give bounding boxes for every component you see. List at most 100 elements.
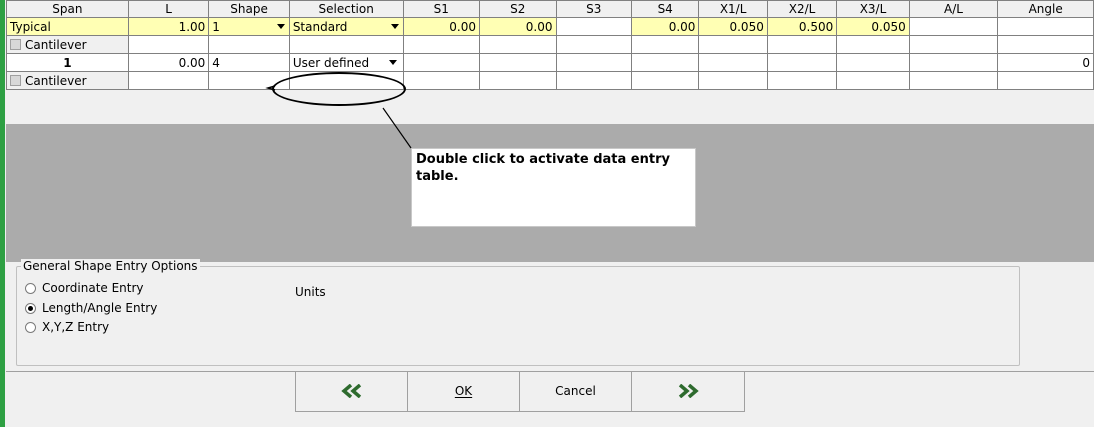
cell-x3l[interactable]: 0.050 xyxy=(836,17,910,36)
col-header-selection[interactable]: Selection xyxy=(288,0,404,18)
cell[interactable] xyxy=(208,35,290,54)
cell-s4[interactable]: 0.00 xyxy=(630,17,700,36)
cell[interactable] xyxy=(908,53,999,72)
col-header-angle[interactable]: Angle xyxy=(997,0,1094,18)
callout-ellipse xyxy=(272,72,406,106)
cell[interactable] xyxy=(555,53,632,72)
col-header-s4[interactable]: S4 xyxy=(630,0,700,18)
cell[interactable] xyxy=(127,35,210,54)
window-left-accent xyxy=(0,0,5,427)
checkbox-icon[interactable] xyxy=(10,74,21,86)
cell[interactable] xyxy=(908,35,999,54)
col-header-s1[interactable]: S1 xyxy=(402,0,481,18)
selection-dropdown[interactable]: Standard xyxy=(288,17,404,36)
chevron-down-icon[interactable] xyxy=(390,24,399,29)
cantilever-label: Cantilever xyxy=(25,37,87,52)
cell[interactable] xyxy=(479,71,557,90)
col-header-s2[interactable]: S2 xyxy=(479,0,557,18)
cell-span[interactable]: 1 xyxy=(6,53,129,72)
radio-length-angle-entry[interactable]: Length/Angle Entry xyxy=(25,301,157,315)
col-header-span[interactable]: Span xyxy=(6,0,129,18)
ok-button[interactable]: OK xyxy=(408,371,520,411)
next-button[interactable] xyxy=(632,371,744,411)
radio-label: Coordinate Entry xyxy=(42,281,144,295)
table-row-cantilever-right: Cantilever xyxy=(6,71,1094,90)
radio-icon[interactable] xyxy=(25,282,36,294)
cell[interactable] xyxy=(630,35,700,54)
radio-coordinate-entry[interactable]: Coordinate Entry xyxy=(25,281,144,295)
cell[interactable] xyxy=(766,35,838,54)
col-header-x1l[interactable]: X1/L xyxy=(698,0,768,18)
shape-value: 1 xyxy=(212,19,220,34)
col-header-x3l[interactable]: X3/L xyxy=(836,0,910,18)
cell-x1l[interactable]: 0.050 xyxy=(698,17,768,36)
units-label: Units xyxy=(295,285,326,299)
radio-icon[interactable] xyxy=(25,321,36,333)
cell-s3[interactable] xyxy=(555,17,632,36)
cantilever-label: Cantilever xyxy=(25,73,87,88)
col-header-l[interactable]: L xyxy=(127,0,210,18)
selection-value: Standard xyxy=(292,19,348,34)
col-header-shape[interactable]: Shape xyxy=(208,0,290,18)
table-row-span-1: 1 0.00 4 User defined 0 xyxy=(6,53,1094,72)
cancel-button[interactable]: Cancel xyxy=(520,371,632,411)
cell[interactable] xyxy=(766,71,838,90)
radio-label: X,Y,Z Entry xyxy=(42,320,110,334)
cell[interactable] xyxy=(836,35,910,54)
cell[interactable] xyxy=(698,71,768,90)
radio-label: Length/Angle Entry xyxy=(42,301,158,315)
cell-l[interactable]: 0.00 xyxy=(127,53,210,72)
table-row-typical: Typical 1.00 1 Standard 0.00 0.00 0.00 0… xyxy=(6,17,1094,36)
cell[interactable] xyxy=(997,71,1094,90)
span-data-grid: Span L Shape Selection S1 S2 S3 S4 X1/L … xyxy=(6,0,1094,90)
col-header-al[interactable]: A/L xyxy=(908,0,999,18)
cell[interactable] xyxy=(698,53,768,72)
cell[interactable] xyxy=(766,53,838,72)
cell[interactable] xyxy=(479,53,557,72)
cell[interactable] xyxy=(630,53,700,72)
cantilever-checkbox[interactable]: Cantilever xyxy=(6,35,129,54)
cantilever-checkbox[interactable]: Cantilever xyxy=(6,71,129,90)
chevron-down-icon[interactable] xyxy=(276,24,285,29)
cell-angle[interactable] xyxy=(997,17,1094,36)
cell[interactable] xyxy=(479,35,557,54)
cell-l[interactable]: 1.00 xyxy=(127,17,210,36)
table-row-cantilever-left: Cantilever xyxy=(6,35,1094,54)
shape-dropdown[interactable]: 1 xyxy=(208,17,290,36)
shape-entry-options-group: General Shape Entry Options Coordinate E… xyxy=(16,259,1020,366)
cell-s1[interactable]: 0.00 xyxy=(402,17,481,36)
cell[interactable] xyxy=(402,71,481,90)
callout-note: Double click to activate data entry tabl… xyxy=(411,148,696,227)
nav-button-bar: OK Cancel xyxy=(295,371,745,412)
cell[interactable] xyxy=(698,35,768,54)
cancel-label: Cancel xyxy=(555,384,596,398)
cell[interactable] xyxy=(908,71,999,90)
group-legend: General Shape Entry Options xyxy=(21,259,200,273)
radio-selected-icon[interactable] xyxy=(25,302,36,314)
cell[interactable] xyxy=(555,71,632,90)
shape-dropdown[interactable]: 4 xyxy=(208,53,290,72)
checkbox-icon[interactable] xyxy=(10,38,21,50)
cell[interactable] xyxy=(997,35,1094,54)
cell[interactable] xyxy=(836,53,910,72)
col-header-s3[interactable]: S3 xyxy=(555,0,632,18)
cell-span[interactable]: Typical xyxy=(6,17,129,36)
cell[interactable] xyxy=(288,35,404,54)
selection-dropdown[interactable]: User defined xyxy=(288,53,404,72)
selection-value: User defined xyxy=(292,55,370,70)
previous-button[interactable] xyxy=(296,371,408,411)
radio-xyz-entry[interactable]: X,Y,Z Entry xyxy=(25,320,109,334)
cell[interactable] xyxy=(127,71,210,90)
cell-al[interactable] xyxy=(908,17,999,36)
double-chevron-left-icon xyxy=(340,384,361,398)
cell[interactable] xyxy=(402,53,481,72)
cell[interactable] xyxy=(836,71,910,90)
col-header-x2l[interactable]: X2/L xyxy=(766,0,838,18)
cell[interactable] xyxy=(402,35,481,54)
chevron-down-icon[interactable] xyxy=(388,60,397,65)
cell-s2[interactable]: 0.00 xyxy=(479,17,557,36)
cell-x2l[interactable]: 0.500 xyxy=(766,17,838,36)
cell-angle[interactable]: 0 xyxy=(997,53,1094,72)
cell[interactable] xyxy=(630,71,700,90)
cell[interactable] xyxy=(555,35,632,54)
